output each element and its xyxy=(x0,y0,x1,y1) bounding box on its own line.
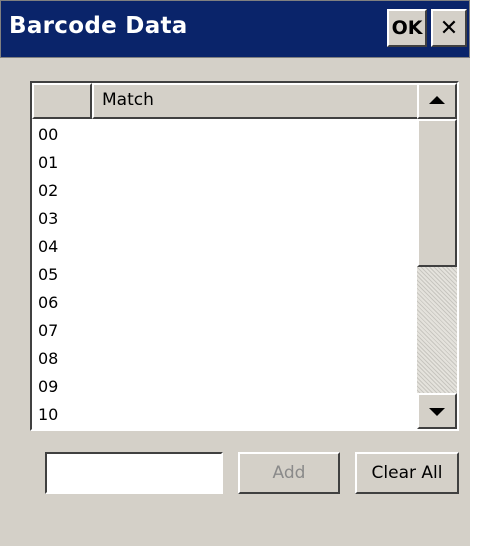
vertical-scrollbar[interactable] xyxy=(417,83,457,429)
list-item[interactable]: 02 xyxy=(32,177,418,205)
close-button[interactable]: ✕ xyxy=(431,9,467,47)
ok-button[interactable]: OK xyxy=(387,9,427,47)
dialog-window: Barcode Data OK ✕ Match 00 01 02 03 04 0… xyxy=(0,0,470,546)
list-item[interactable]: 00 xyxy=(32,121,418,149)
list-item[interactable]: 08 xyxy=(32,345,418,373)
arrow-down-icon xyxy=(429,408,445,416)
barcode-input[interactable] xyxy=(45,452,223,494)
arrow-up-icon xyxy=(429,96,445,104)
scroll-up-button[interactable] xyxy=(417,83,457,119)
list-item[interactable]: 05 xyxy=(32,261,418,289)
add-button[interactable]: Add xyxy=(238,452,340,494)
scroll-thumb[interactable] xyxy=(417,119,457,267)
list-item[interactable]: 10 xyxy=(32,401,418,429)
list-rows: 00 01 02 03 04 05 06 07 08 09 10 xyxy=(32,121,418,429)
list-item[interactable]: 03 xyxy=(32,205,418,233)
window-title: Barcode Data xyxy=(9,13,188,39)
list-item[interactable]: 06 xyxy=(32,289,418,317)
title-bar: Barcode Data OK ✕ xyxy=(0,0,470,58)
clear-all-button[interactable]: Clear All xyxy=(355,452,459,494)
list-item[interactable]: 09 xyxy=(32,373,418,401)
column-header-match[interactable]: Match xyxy=(92,83,446,119)
close-icon: ✕ xyxy=(439,15,459,41)
list-item[interactable]: 04 xyxy=(32,233,418,261)
barcode-list[interactable]: Match 00 01 02 03 04 05 06 07 08 09 10 xyxy=(30,81,459,431)
list-item[interactable]: 07 xyxy=(32,317,418,345)
list-item[interactable]: 01 xyxy=(32,149,418,177)
column-header-index[interactable] xyxy=(32,83,92,119)
scroll-down-button[interactable] xyxy=(417,393,457,429)
